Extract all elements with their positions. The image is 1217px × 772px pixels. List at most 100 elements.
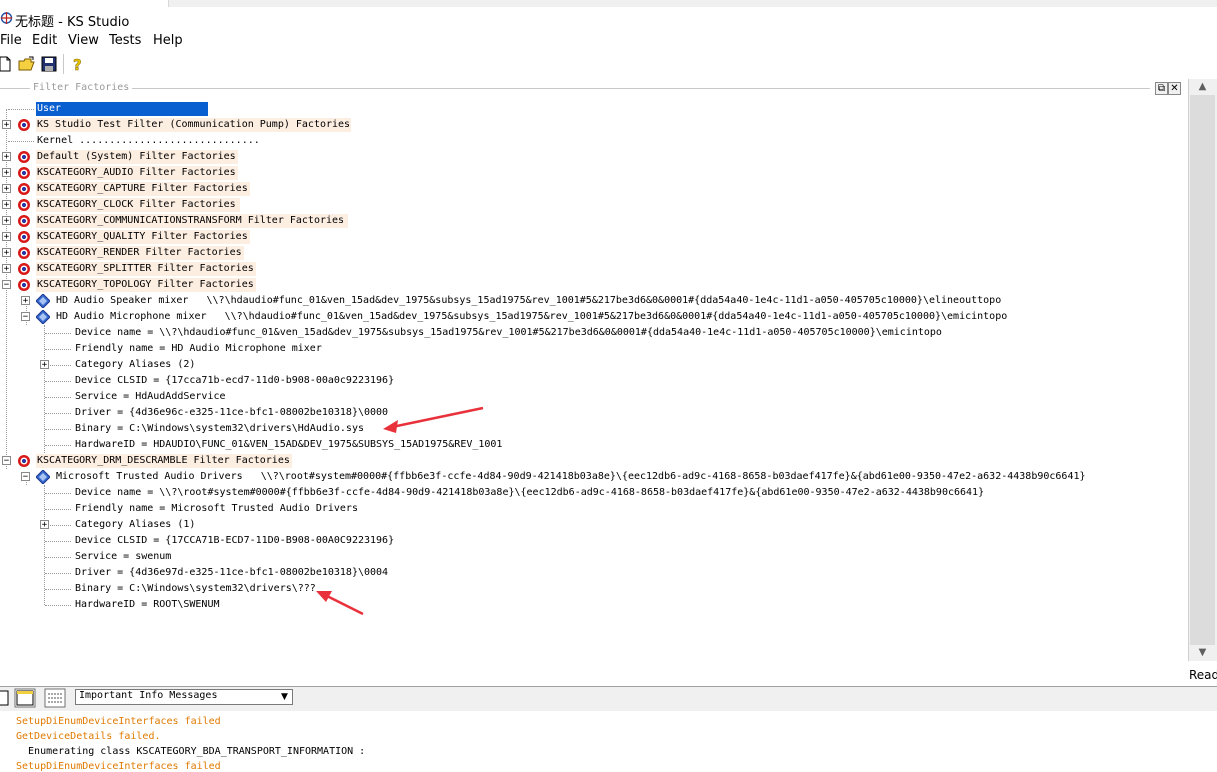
open-icon[interactable] [18,55,36,73]
tree-row-label: Device name = \\?\root#system#0000#{ffbb… [75,487,985,498]
tree-row-category[interactable]: + KSCATEGORY_CAPTURE Filter Factories [0,181,1190,197]
panel-title-rule [0,88,1150,90]
ks-filter-category-icon [18,247,30,259]
expand-toggle[interactable]: + [2,232,11,242]
tree-row-category[interactable]: + KSCATEGORY_COMMUNICATIONSTRANSFORM Fil… [0,213,1190,229]
tree-row-label: Driver = {4d36e97d-e325-11ce-bfc1-08002b… [75,567,389,578]
ks-filter-category-icon [18,455,30,467]
tree-row-property[interactable]: Driver = {4d36e97d-e325-11ce-bfc1-08002b… [0,565,1190,581]
tree-row-category[interactable]: + KS Studio Test Filter (Communication P… [0,117,1190,133]
tree-row-label: Microsoft Trusted Audio Drivers \\?\root… [56,471,1086,482]
dropdown-arrow-icon[interactable]: ▼ [277,690,292,704]
expand-toggle[interactable]: + [2,168,11,178]
tree-row-category[interactable]: + KSCATEGORY_AUDIO Filter Factories [0,165,1190,181]
menu-edit[interactable]: Edit [32,33,57,48]
tree-row-property[interactable]: Device CLSID = {17CCA71B-ECD7-11D0-B908-… [0,533,1190,549]
expand-toggle[interactable]: + [40,520,49,530]
expand-toggle[interactable]: + [2,216,11,226]
tree-row-kernel[interactable]: Kernel .............................. [0,133,1190,149]
expand-toggle[interactable]: + [21,296,30,306]
tree-row-property[interactable]: Device name = \\?\root#system#0000#{ffbb… [0,485,1190,501]
menu-view[interactable]: View [68,33,99,48]
toolbar-separator [63,54,65,74]
log-notes-icon[interactable] [14,688,36,708]
panel-close-button[interactable]: ✕ [1168,82,1181,95]
scroll-up-arrow-icon[interactable]: ▲ [1188,79,1217,95]
expand-toggle[interactable]: + [2,120,11,130]
tree-row-property[interactable]: Friendly name = Microsoft Trusted Audio … [0,501,1190,517]
menu-tests[interactable]: Tests [109,33,141,48]
new-icon[interactable] [0,55,14,73]
tree-row-label: User [37,103,62,114]
filter-diamond-icon [36,470,50,484]
tree-row-filter-expanded[interactable]: − Microsoft Trusted Audio Drivers \\?\ro… [0,469,1190,485]
status-read-label: Read [1189,668,1217,682]
tree-row-label: KS Studio Test Filter (Communication Pum… [37,119,351,130]
tree-row-label: Default (System) Filter Factories [37,151,236,162]
collapse-toggle[interactable]: − [2,456,11,466]
filter-tree[interactable]: User + KS Studio Test Filter (Communicat… [0,101,1190,686]
tree-row-label: Driver = {4d36e96c-e325-11ce-bfc1-08002b… [75,407,389,418]
scroll-down-arrow-icon[interactable]: ▼ [1188,645,1217,661]
tree-row-label: Binary = C:\Windows\system32\drivers\HdA… [75,423,364,434]
tree-row-category[interactable]: + KSCATEGORY_RENDER Filter Factories [0,245,1190,261]
tree-row-property[interactable]: HardwareID = ROOT\SWENUM [0,597,1190,613]
tree-row-category[interactable]: + Default (System) Filter Factories [0,149,1190,165]
ks-filter-category-icon [18,183,30,195]
tree-row-label: KSCATEGORY_CLOCK Filter Factories [37,199,236,210]
tree-row-property[interactable]: Binary = C:\Windows\system32\drivers\??? [0,581,1190,597]
tree-row-label: HardwareID = ROOT\SWENUM [75,599,220,610]
tree-row-label: HD Audio Speaker mixer \\?\hdaudio#func_… [56,295,1002,306]
tree-row-property[interactable]: Friendly name = HD Audio Microphone mixe… [0,341,1190,357]
tree-row-category[interactable]: + KSCATEGORY_QUALITY Filter Factories [0,229,1190,245]
menu-file[interactable]: File [0,33,22,48]
tree-row-property[interactable]: Binary = C:\Windows\system32\drivers\HdA… [0,421,1190,437]
expand-toggle[interactable]: + [40,360,49,370]
tree-row-property[interactable]: Service = HdAudAddService [0,389,1190,405]
tree-row-property[interactable]: Device CLSID = {17cca71b-ecd7-11d0-b908-… [0,373,1190,389]
log-clear-icon[interactable] [0,689,10,707]
help-icon[interactable]: ? [68,55,86,73]
tree-row-label: Kernel .............................. [37,135,260,146]
tree-row-category-expanded[interactable]: − KSCATEGORY_TOPOLOGY Filter Factories [0,277,1190,293]
tree-row-label: HardwareID = HDAUDIO\FUNC_01&VEN_15AD&DE… [75,439,503,450]
ks-filter-category-icon [18,263,30,275]
collapse-toggle[interactable]: − [21,312,30,322]
expand-toggle[interactable]: + [2,264,11,274]
log-output[interactable]: SetupDiEnumDeviceInterfaces failed GetDe… [0,711,1217,772]
tree-row-property[interactable]: Service = swenum [0,549,1190,565]
expand-toggle[interactable]: + [2,152,11,162]
tree-row-property[interactable]: HardwareID = HDAUDIO\FUNC_01&VEN_15AD&DE… [0,437,1190,453]
ks-filter-category-icon [18,279,30,291]
log-line: GetDeviceDetails failed. [16,731,161,742]
tree-row-category[interactable]: + KSCATEGORY_CLOCK Filter Factories [0,197,1190,213]
tree-row-label: HD Audio Microphone mixer \\?\hdaudio#fu… [56,311,1008,322]
tree-row-label: Service = swenum [75,551,172,562]
menu-help[interactable]: Help [153,33,183,48]
collapse-toggle[interactable]: − [2,280,11,290]
tree-row-category-expanded[interactable]: − KSCATEGORY_DRM_DESCRAMBLE Filter Facto… [0,453,1190,469]
log-lines-icon[interactable] [44,688,66,708]
expand-toggle[interactable]: + [2,248,11,258]
tree-row-property[interactable]: Driver = {4d36e96c-e325-11ce-bfc1-08002b… [0,405,1190,421]
ks-studio-app-icon [0,12,13,24]
tree-row-label: KSCATEGORY_CAPTURE Filter Factories [37,183,248,194]
expand-toggle[interactable]: + [2,184,11,194]
save-icon[interactable] [40,55,58,73]
ks-filter-category-icon [18,151,30,163]
panel-restore-button[interactable]: ⧉ [1155,82,1168,95]
title-bar-strip [168,0,1217,7]
tree-row-property[interactable]: + Category Aliases (1) [0,517,1190,533]
tree-row-filter[interactable]: + HD Audio Speaker mixer \\?\hdaudio#fun… [0,293,1190,309]
tree-row-label: KSCATEGORY_SPLITTER Filter Factories [37,263,254,274]
scrollbar-thumb[interactable] [1190,95,1215,645]
svg-text:?: ? [73,56,82,73]
tree-row-category[interactable]: + KSCATEGORY_SPLITTER Filter Factories [0,261,1190,277]
tree-row-user[interactable]: User [0,101,1190,117]
tree-row-property[interactable]: + Category Aliases (2) [0,357,1190,373]
expand-toggle[interactable]: + [2,200,11,210]
collapse-toggle[interactable]: − [21,472,30,482]
tree-row-label: KSCATEGORY_COMMUNICATIONSTRANSFORM Filte… [37,215,345,226]
tree-row-filter-expanded[interactable]: − HD Audio Microphone mixer \\?\hdaudio#… [0,309,1190,325]
tree-row-property[interactable]: Device name = \\?\hdaudio#func_01&ven_15… [0,325,1190,341]
